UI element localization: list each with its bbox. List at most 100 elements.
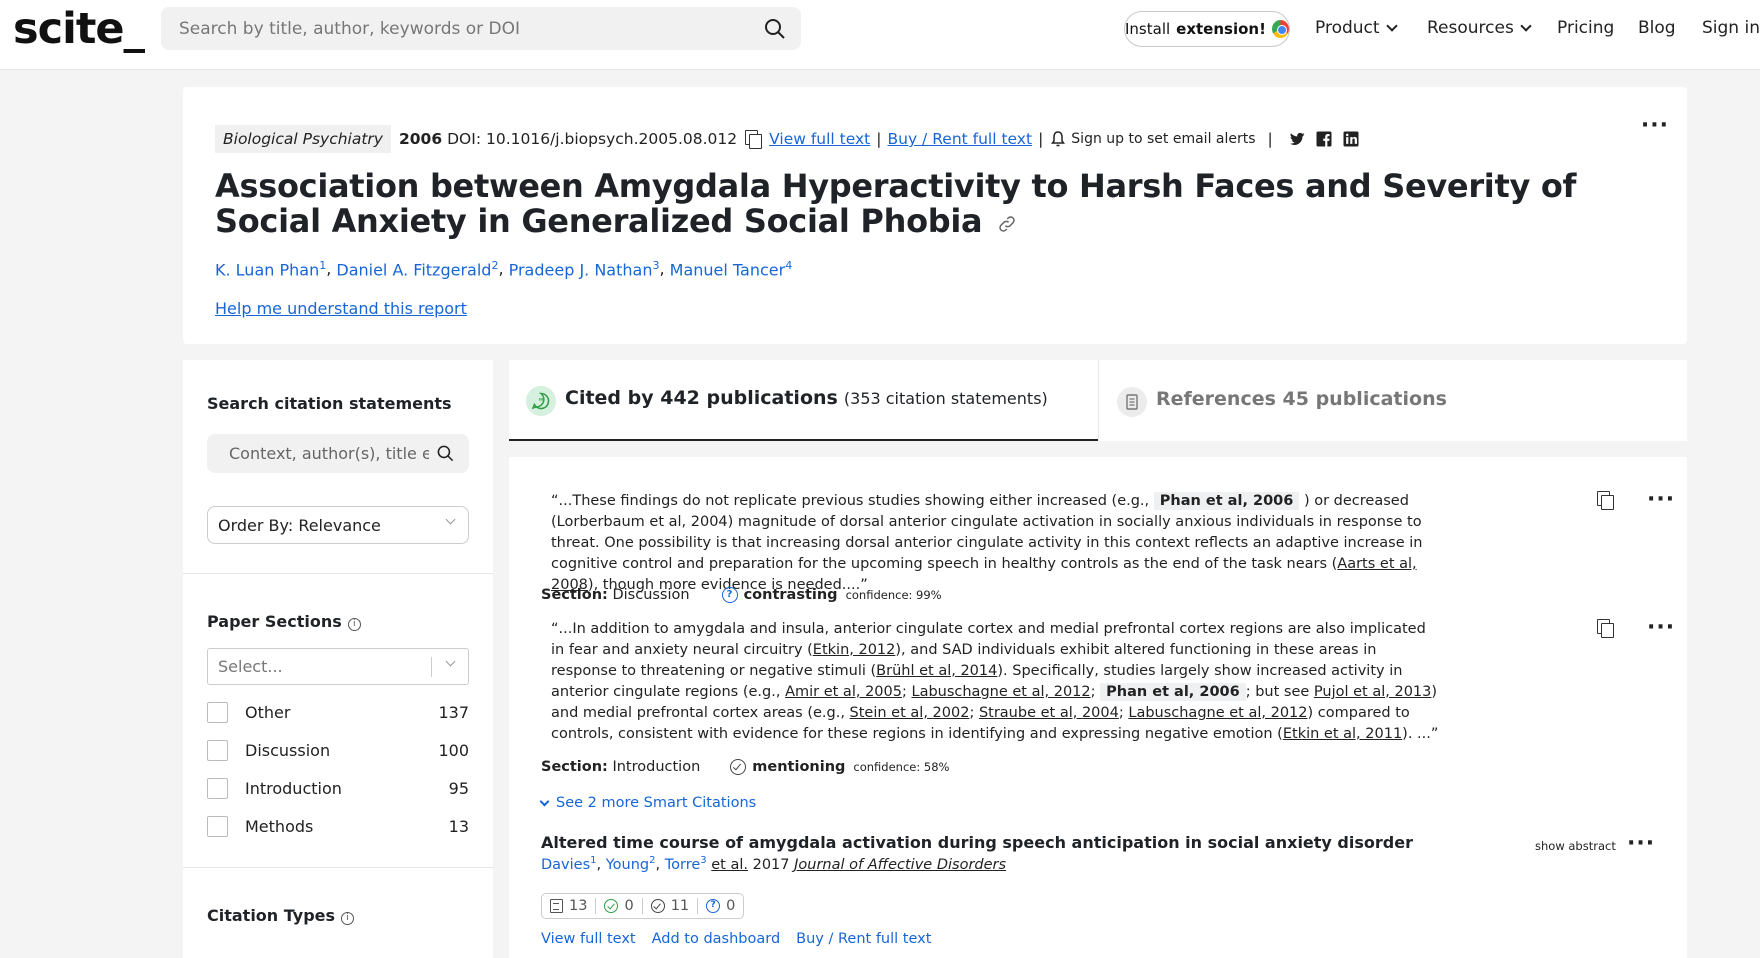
more-options-icon[interactable]: ··· xyxy=(1647,489,1675,511)
reference-link[interactable]: Labuschagne et al, 2012 xyxy=(1128,705,1307,721)
tally-contrasting: ? 0 xyxy=(706,898,735,914)
checkbox[interactable] xyxy=(207,702,228,723)
tab-cited-by[interactable]: " Cited by 442 publications (353 citatio… xyxy=(509,360,1098,441)
mentioning-icon xyxy=(730,759,747,775)
copy-icon[interactable] xyxy=(745,130,763,149)
global-search-input[interactable] xyxy=(179,7,739,50)
citation-statement: “...In addition to amygdala and insula, … xyxy=(551,619,1441,745)
supporting-icon xyxy=(604,899,619,913)
et-al-link[interactable]: et al. xyxy=(711,857,748,873)
info-icon[interactable]: i xyxy=(347,618,361,631)
facebook-icon[interactable] xyxy=(1315,130,1333,148)
quote-text: ; but see xyxy=(1245,684,1310,700)
section-filter-introduction[interactable]: Introduction 95 xyxy=(207,777,469,799)
checkbox[interactable] xyxy=(207,816,228,837)
divider xyxy=(595,898,597,914)
reference-link[interactable]: Brühl et al, 2014 xyxy=(876,663,997,679)
section-filter-methods[interactable]: Methods 13 xyxy=(207,815,469,837)
linkedin-icon[interactable] xyxy=(1342,130,1360,148)
citing-paper-journal[interactable]: Journal of Affective Disorders xyxy=(794,857,1006,873)
divider xyxy=(641,898,643,914)
order-by-select[interactable]: Order By: Relevance xyxy=(207,506,469,544)
author-link[interactable]: Pradeep J. Nathan3 xyxy=(509,259,660,279)
reference-link[interactable]: Straube et al, 2004 xyxy=(979,705,1119,721)
nav-product[interactable]: Product xyxy=(1315,18,1398,38)
tab-references[interactable]: References 45 publications xyxy=(1098,360,1687,441)
section-label: Section: xyxy=(541,587,608,603)
section-label: Section: xyxy=(541,759,608,775)
install-extension-button[interactable]: Install extension! xyxy=(1124,11,1290,47)
more-options-icon[interactable]: ··· xyxy=(1641,115,1669,137)
reference-link[interactable]: Pujol et al, 2013 xyxy=(1314,684,1431,700)
quote-text: “...These findings do not replicate prev… xyxy=(551,493,1150,509)
see-more-label: See 2 more Smart Citations xyxy=(556,795,757,811)
statement-search-input[interactable] xyxy=(229,434,429,473)
citation-tallies[interactable]: 13 0 11 ? 0 xyxy=(541,893,745,919)
scite-logo[interactable]: scite_ xyxy=(13,4,145,54)
citation-section-info: Section: Discussion ? contrasting confid… xyxy=(541,587,942,603)
buy-rent-link[interactable]: Buy / Rent full text xyxy=(796,931,931,947)
separator: | xyxy=(1267,130,1273,148)
nav-resources-label: Resources xyxy=(1427,18,1514,38)
section-value: Discussion xyxy=(612,587,690,603)
svg-text:": " xyxy=(538,397,543,408)
tally-total: 13 xyxy=(550,898,587,914)
reference-link[interactable]: Labuschagne et al, 2012 xyxy=(911,684,1090,700)
view-full-text-link[interactable]: View full text xyxy=(541,931,636,947)
nav-product-label: Product xyxy=(1315,18,1380,38)
help-understand-link[interactable]: Help me understand this report xyxy=(215,299,467,318)
checkbox[interactable] xyxy=(207,740,228,761)
add-to-dashboard-link[interactable]: Add to dashboard xyxy=(652,931,781,947)
checkbox[interactable] xyxy=(207,778,228,799)
citing-paper-title[interactable]: Altered time course of amygdala activati… xyxy=(541,833,1413,852)
nav-pricing[interactable]: Pricing xyxy=(1557,18,1614,38)
section-filter-discussion[interactable]: Discussion 100 xyxy=(207,739,469,761)
see-more-citations[interactable]: See 2 more Smart Citations xyxy=(539,795,757,811)
author-name: Manuel Tancer xyxy=(669,260,786,280)
section-filter-other[interactable]: Other 137 xyxy=(207,701,469,723)
info-icon[interactable]: i xyxy=(341,912,355,925)
journal-tag[interactable]: Biological Psychiatry xyxy=(215,125,391,153)
copy-icon[interactable] xyxy=(1597,491,1614,510)
author-link[interactable]: Young2 xyxy=(606,855,656,873)
reference-link[interactable]: Etkin et al, 2011 xyxy=(1283,726,1402,742)
author-link[interactable]: Torre3 xyxy=(665,855,707,873)
author-link[interactable]: Daniel A. Fitzgerald2 xyxy=(336,259,498,279)
sections-select[interactable]: Select... xyxy=(207,648,469,685)
nav-blog[interactable]: Blog xyxy=(1638,18,1676,38)
nav-sign-in[interactable]: Sign in xyxy=(1702,18,1760,38)
reference-link[interactable]: Etkin, 2012 xyxy=(813,642,896,658)
search-icon[interactable] xyxy=(763,17,787,41)
author-index: 4 xyxy=(785,259,793,272)
more-options-icon[interactable]: ··· xyxy=(1647,617,1675,639)
nav-resources[interactable]: Resources xyxy=(1427,18,1532,38)
reference-link[interactable]: Stein et al, 2002 xyxy=(850,705,970,721)
citation-results: “...These findings do not replicate prev… xyxy=(509,457,1687,958)
more-options-icon[interactable]: ··· xyxy=(1627,833,1655,855)
citing-paper-actions: View full text Add to dashboard Buy / Re… xyxy=(541,931,931,947)
order-by-value: Order By: Relevance xyxy=(218,516,381,535)
reference-link[interactable]: Amir et al, 2005 xyxy=(785,684,902,700)
citing-paper-year: 2017 xyxy=(752,856,790,873)
bell-icon[interactable] xyxy=(1051,131,1066,147)
citation-types-label: Citation Types xyxy=(207,906,336,925)
twitter-icon[interactable] xyxy=(1288,130,1306,148)
references-label: References 45 publications xyxy=(1156,388,1447,410)
highlighted-citation: Phan et al, 2006 xyxy=(1100,683,1246,701)
copy-icon[interactable] xyxy=(1597,619,1614,638)
search-icon[interactable] xyxy=(436,444,455,463)
section-count: 100 xyxy=(438,741,469,760)
tally-value: 11 xyxy=(670,898,690,914)
show-abstract-button[interactable]: show abstract xyxy=(1535,839,1616,853)
author-name: Davies xyxy=(541,856,591,873)
link-icon[interactable] xyxy=(997,214,1017,234)
author-link[interactable]: Manuel Tancer4 xyxy=(670,259,793,279)
view-full-text-link[interactable]: View full text xyxy=(769,130,870,148)
paper-header-card: Biological Psychiatry 2006 DOI: 10.1016/… xyxy=(183,87,1687,344)
email-alerts-link[interactable]: Sign up to set email alerts xyxy=(1071,131,1255,147)
citation-tabs: " Cited by 442 publications (353 citatio… xyxy=(509,360,1687,441)
author-link[interactable]: Davies1 xyxy=(541,855,597,873)
buy-rent-link[interactable]: Buy / Rent full text xyxy=(888,130,1033,148)
author-link[interactable]: K. Luan Phan1 xyxy=(215,259,326,279)
document-icon xyxy=(1117,387,1147,417)
